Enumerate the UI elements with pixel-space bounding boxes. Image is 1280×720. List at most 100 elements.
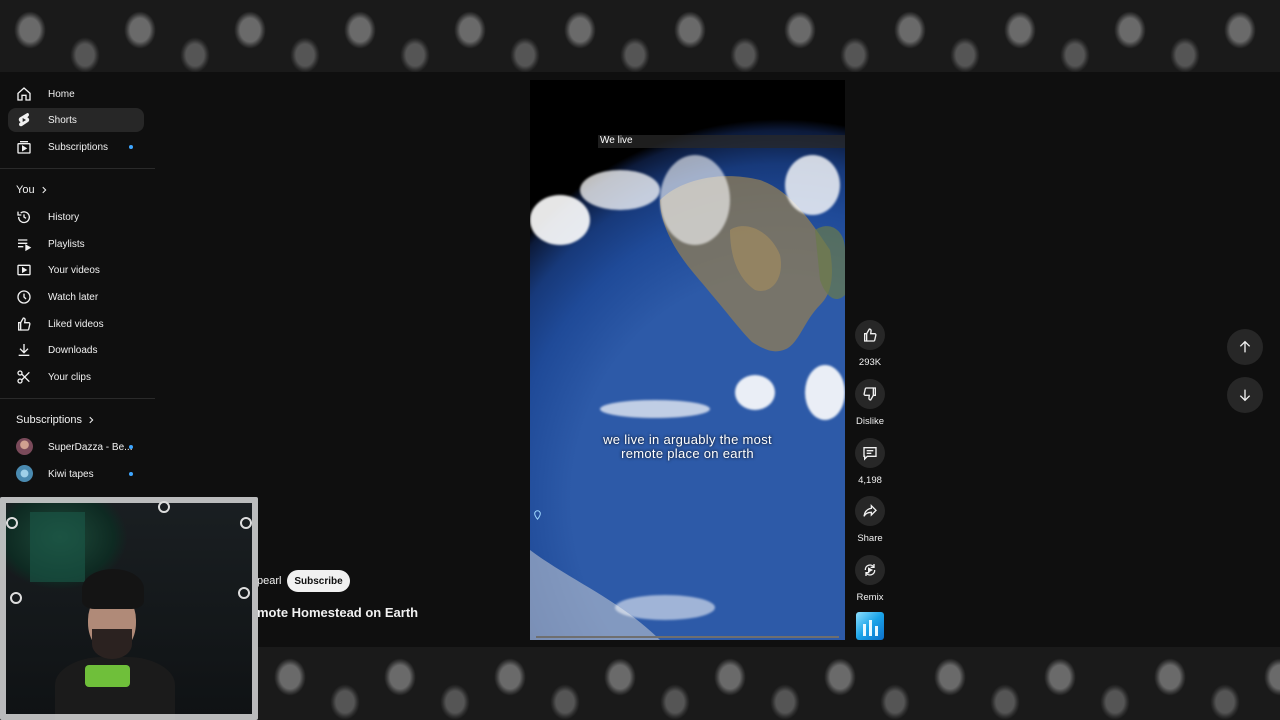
music-thumbnail-icon: [863, 620, 878, 636]
sidebar-item-label: Home: [48, 88, 75, 100]
sidebar-section-subscriptions[interactable]: Subscriptions: [16, 414, 96, 426]
sidebar-item-label: History: [48, 211, 80, 223]
new-content-dot: [129, 145, 133, 149]
shorts-icon: [18, 113, 30, 127]
audio-source-thumbnail[interactable]: [856, 612, 884, 640]
caption-box: We live: [598, 135, 845, 148]
remix-button[interactable]: [855, 555, 885, 585]
sidebar-item-your-clips[interactable]: Your clips: [8, 365, 144, 389]
share-icon: [863, 504, 877, 517]
divider: [0, 398, 155, 399]
chevron-right-icon: [89, 416, 94, 424]
arrow-down-icon: [1239, 389, 1251, 402]
sidebar-item-label: Your videos: [48, 264, 100, 276]
cloud: [580, 170, 660, 210]
sidebar-item-label: Playlists: [48, 238, 85, 250]
history-icon: [17, 211, 30, 224]
sidebar-item-label: Downloads: [48, 344, 98, 356]
comment-count: 4,198: [858, 475, 882, 486]
location-pin-icon: [534, 510, 541, 520]
comments-action: 4,198: [853, 438, 887, 486]
caption-text: We live: [600, 135, 633, 146]
downloads-icon: [18, 344, 30, 356]
webcam-overlay: [0, 497, 258, 720]
cloud: [660, 155, 730, 245]
sidebar-item-playlists[interactable]: Playlists: [8, 232, 144, 256]
arrow-up-icon: [1239, 340, 1251, 353]
video-subtitle: we live in arguably the most remote plac…: [530, 433, 845, 461]
sidebar: Home Shorts Subscriptions You History Pl…: [0, 80, 155, 500]
sidebar-item-shorts[interactable]: Shorts: [8, 108, 144, 132]
section-title-you: You: [16, 184, 35, 196]
sidebar-item-label: Watch later: [48, 291, 99, 303]
cloud: [785, 155, 840, 215]
comments-button[interactable]: [855, 438, 885, 468]
bone-frame: [0, 497, 258, 720]
sidebar-item-label: Your clips: [48, 371, 91, 383]
chain-link: [6, 517, 18, 529]
sidebar-item-label: Liked videos: [48, 318, 104, 330]
sidebar-item-subscriptions[interactable]: Subscriptions: [8, 135, 144, 159]
your-videos-icon: [17, 264, 31, 276]
video-progress-bar[interactable]: [536, 636, 839, 638]
section-title-subscriptions: Subscriptions: [16, 414, 83, 426]
remix-label: Remix: [856, 592, 884, 603]
avatar: [16, 438, 33, 455]
sidebar-section-you[interactable]: You: [16, 184, 49, 196]
previous-video-button[interactable]: [1227, 329, 1263, 365]
home-icon: [17, 87, 31, 101]
video-title: mote Homestead on Earth: [257, 605, 419, 620]
cloud: [735, 375, 775, 410]
chain-link: [240, 517, 252, 529]
sidebar-item-history[interactable]: History: [8, 205, 144, 229]
sidebar-item-label: SuperDazza - Be...: [48, 441, 133, 453]
like-count: 293K: [858, 357, 882, 368]
dislike-action: Dislike: [853, 379, 887, 427]
subscribe-button[interactable]: Subscribe: [287, 570, 350, 592]
sidebar-item-channel-kiwi-tapes[interactable]: Kiwi tapes: [8, 462, 144, 486]
liked-videos-icon: [18, 317, 31, 331]
cloud: [600, 400, 710, 418]
share-action: Share: [853, 496, 887, 544]
playlists-icon: [18, 239, 32, 252]
cloud: [805, 365, 845, 420]
subtitle-line: remote place on earth: [621, 446, 754, 461]
divider: [0, 168, 155, 169]
subtitle-line: we live in arguably the most: [603, 432, 772, 447]
sidebar-item-home[interactable]: Home: [8, 82, 144, 106]
chain-link: [10, 592, 22, 604]
sidebar-item-watch-later[interactable]: Watch later: [8, 285, 144, 309]
cloud: [615, 595, 715, 620]
subscriptions-icon: [17, 141, 31, 154]
dislike-label: Dislike: [856, 416, 884, 427]
new-content-dot: [129, 445, 133, 449]
sidebar-item-downloads[interactable]: Downloads: [8, 338, 144, 362]
shorts-video-player[interactable]: We live we live in arguably the most rem…: [530, 80, 845, 640]
sidebar-item-your-videos[interactable]: Your videos: [8, 258, 144, 282]
chain-link: [238, 587, 250, 599]
sidebar-item-label: Subscriptions: [48, 141, 109, 153]
next-video-button[interactable]: [1227, 377, 1263, 413]
sidebar-item-label: Kiwi tapes: [48, 468, 94, 480]
comment-icon: [863, 447, 877, 461]
sidebar-item-channel-superdazza[interactable]: SuperDazza - Be...: [8, 435, 144, 459]
scissors-icon: [17, 370, 30, 384]
like-action: 293K: [853, 320, 887, 368]
like-button[interactable]: [855, 320, 885, 350]
sidebar-item-label: Shorts: [48, 114, 77, 126]
remix-icon: [864, 564, 876, 576]
sidebar-item-liked-videos[interactable]: Liked videos: [8, 312, 144, 336]
share-button[interactable]: [855, 496, 885, 526]
thumbs-down-icon: [863, 387, 876, 401]
chevron-right-icon: [41, 186, 46, 194]
chain-link: [158, 501, 170, 513]
avatar: [16, 465, 33, 482]
remix-action: Remix: [853, 555, 887, 603]
dislike-button[interactable]: [855, 379, 885, 409]
watch-later-icon: [17, 290, 31, 304]
cloud: [530, 195, 590, 245]
skull-overlay-top: [0, 0, 1280, 72]
channel-name[interactable]: pearl: [257, 575, 281, 587]
new-content-dot: [129, 472, 133, 476]
thumbs-up-icon: [864, 328, 877, 342]
